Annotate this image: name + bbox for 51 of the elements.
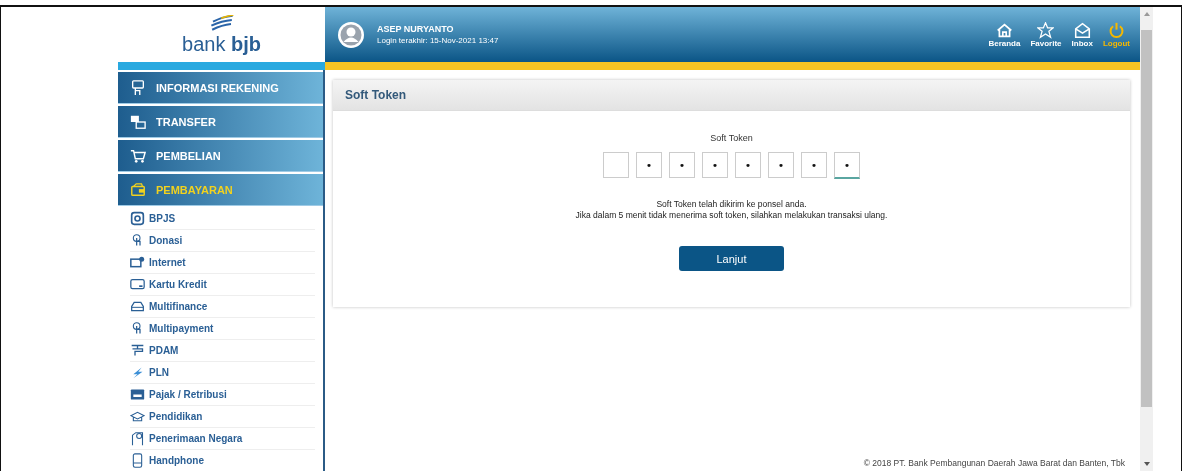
power-icon <box>1107 21 1125 39</box>
cart-icon <box>130 147 146 164</box>
wallet-icon <box>130 181 146 198</box>
logo-icon <box>208 14 235 33</box>
submenu-item[interactable]: PLN <box>130 362 315 384</box>
token-input-field[interactable] <box>603 152 629 178</box>
submenu-item[interactable]: Pajak / Retribusi <box>130 384 315 406</box>
tap-icon <box>130 343 145 358</box>
monitor-icon <box>130 255 145 270</box>
menu-item[interactable]: TRANSFER <box>118 106 323 138</box>
submenu-item[interactable]: Multifinance <box>130 296 315 318</box>
graduation-cap-icon <box>130 409 145 424</box>
star-icon <box>1037 21 1055 39</box>
submenu-item[interactable]: BPJS <box>130 208 315 230</box>
token-input-field[interactable]: • <box>768 152 794 178</box>
footer-text: © 2018 PT. Bank Pembangunan Daerah Jawa Barat dan Banten, Tbk <box>863 458 1125 468</box>
scrollbar[interactable] <box>1140 7 1153 471</box>
nav-link[interactable]: Inbox <box>1071 21 1093 48</box>
card-icon <box>130 277 145 292</box>
token-input-field[interactable]: • <box>735 152 761 178</box>
submenu-item[interactable]: PDAM <box>130 340 315 362</box>
panel-title: Soft Token <box>333 80 1130 111</box>
logo-text: bank bjb <box>182 32 261 55</box>
menu-item[interactable]: PEMBELIAN <box>118 140 323 172</box>
submenu-item[interactable]: Donasi <box>130 230 315 252</box>
home-icon <box>995 21 1013 39</box>
submenu-item[interactable]: Multipayment <box>130 318 315 340</box>
phone-icon <box>130 453 145 468</box>
submenu-item[interactable]: Internet <box>130 252 315 274</box>
user-name: ASEP NURYANTO <box>377 24 455 34</box>
token-input-field[interactable]: • <box>801 152 827 178</box>
nav-link[interactable]: Beranda <box>988 21 1021 48</box>
submenu-item[interactable]: Handphone <box>130 450 315 471</box>
token-input-field[interactable]: • <box>702 152 728 178</box>
token-input-field[interactable]: • <box>834 152 860 179</box>
submenu-item[interactable]: Penerimaan Negara <box>130 428 315 450</box>
field-label: Soft Token <box>710 133 753 143</box>
token-input-field[interactable]: • <box>669 152 695 178</box>
avatar-icon <box>337 20 365 49</box>
token-input-field[interactable]: • <box>636 152 662 178</box>
last-login: Login terakhir: 15-Nov-2021 13:47 <box>377 36 499 45</box>
mail-icon <box>1073 21 1091 39</box>
submenu-item[interactable]: Pendidikan <box>130 406 315 428</box>
submenu-item[interactable]: Kartu Kredit <box>130 274 315 296</box>
transfer-icon <box>130 113 146 130</box>
menu-item[interactable]: INFORMASI REKENING <box>118 72 323 104</box>
gear-icon <box>130 211 145 226</box>
info-message: Soft Token telah dikirim ke ponsel anda. Jika dalam 5 menit tidak menerima soft token, silahkan melakukan transaksi ulang. <box>575 199 888 221</box>
continue-button[interactable]: Lanjut <box>679 246 784 271</box>
building-icon <box>130 387 145 402</box>
nav-link[interactable]: Favorite <box>1030 21 1062 48</box>
